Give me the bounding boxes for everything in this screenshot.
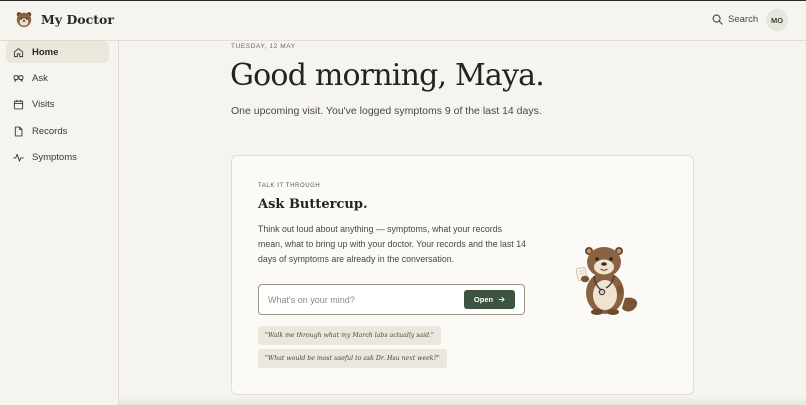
top-bar: My Doctor Search MO [0, 1, 806, 41]
ask-card: TALK IT THROUGH Ask Buttercup. Think out… [231, 155, 694, 395]
summary-text: One upcoming visit. You've logged sympto… [231, 105, 542, 117]
app-name: My Doctor [41, 11, 114, 27]
home-icon [13, 47, 24, 57]
ask-input[interactable] [260, 286, 460, 313]
card-title: Ask Buttercup. [258, 197, 368, 212]
arrow-right-icon [498, 296, 505, 303]
suggestion-chip[interactable]: "Walk me through what my March labs actu… [258, 326, 441, 345]
sidebar-item-home[interactable]: Home [6, 41, 109, 63]
open-button[interactable]: Open [464, 290, 515, 309]
sidebar-item-label: Ask [32, 72, 48, 84]
avatar[interactable]: MO [766, 9, 788, 31]
open-button-label: Open [473, 295, 494, 304]
bottom-shadow [119, 396, 806, 405]
sidebar-item-symptoms[interactable]: Symptoms [6, 146, 109, 168]
otter-logo-icon [16, 12, 32, 28]
sidebar-item-records[interactable]: Records [6, 120, 109, 142]
calendar-icon [13, 99, 24, 109]
card-description: Think out loud about anything — symptoms… [258, 224, 526, 264]
otter-doctor-illustration [575, 247, 638, 315]
search-icon [712, 14, 723, 25]
search-label: Search [728, 14, 759, 25]
sidebar-item-label: Home [32, 46, 59, 58]
sidebar-item-label: Symptoms [32, 151, 77, 163]
card-eyebrow: TALK IT THROUGH [258, 183, 321, 189]
pulse-icon [13, 153, 24, 162]
document-icon [14, 126, 23, 136]
sidebar-item-visits[interactable]: Visits [6, 93, 109, 115]
ask-input-group: Open [258, 284, 525, 315]
sidebar-item-label: Records [32, 125, 68, 137]
date-label: TUESDAY, 12 MAY [231, 43, 296, 50]
brand[interactable]: My Doctor [15, 10, 114, 28]
sidebar: Home Ask Visits Records Symptoms [0, 41, 119, 405]
chat-icon [13, 74, 24, 83]
sidebar-item-ask[interactable]: Ask [6, 67, 109, 89]
sidebar-item-label: Visits [32, 98, 55, 110]
page-title: Good morning, Maya. [230, 58, 545, 93]
suggestion-chip[interactable]: "What would be most useful to ask Dr. Hs… [258, 349, 447, 368]
search-button[interactable]: Search [712, 14, 758, 25]
